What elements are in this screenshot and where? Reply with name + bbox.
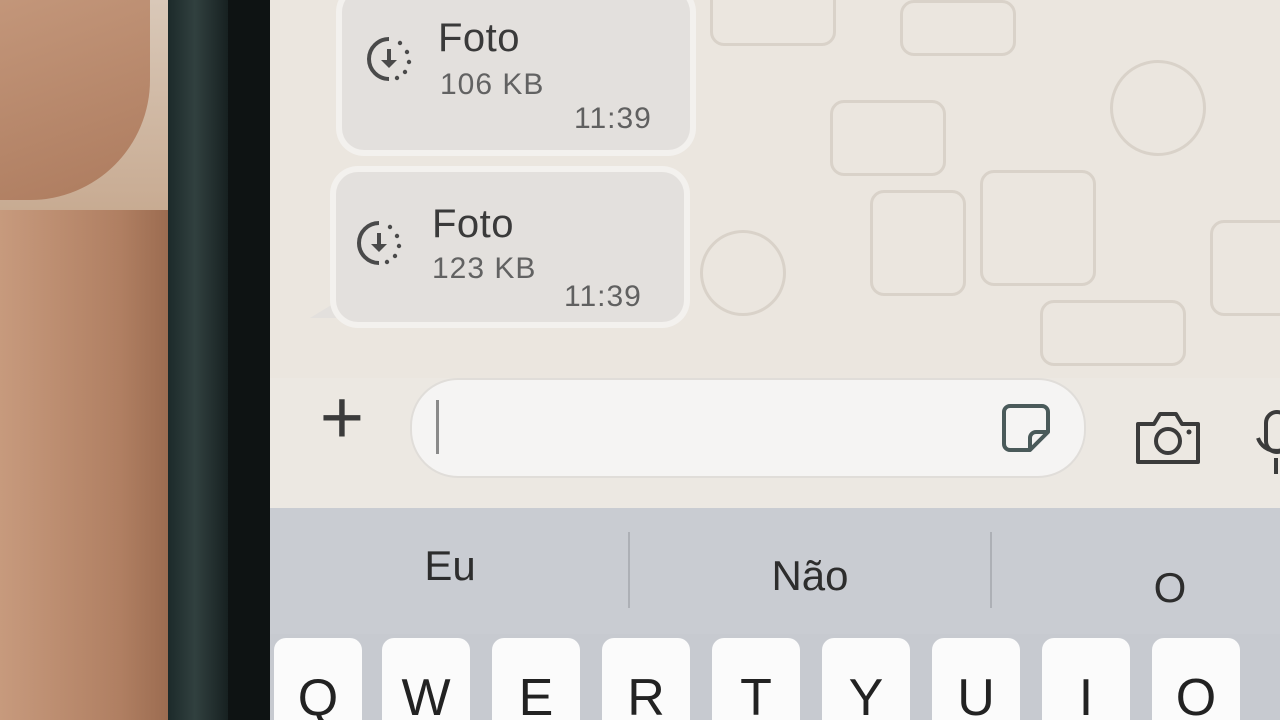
suggestion-item[interactable]: Não bbox=[740, 552, 880, 600]
suggestion-item[interactable]: Eu bbox=[400, 542, 500, 590]
phone-frame bbox=[168, 0, 228, 720]
download-pending-icon[interactable] bbox=[354, 218, 404, 268]
wallpaper-doodle bbox=[980, 170, 1096, 286]
keyboard: Eu Não O Q W E R T Y U I O bbox=[270, 508, 1280, 720]
key-w[interactable]: W bbox=[382, 638, 470, 720]
key-r[interactable]: R bbox=[602, 638, 690, 720]
message-title: Foto bbox=[432, 202, 515, 246]
key-q[interactable]: Q bbox=[274, 638, 362, 720]
file-size: 106 KB bbox=[440, 68, 545, 101]
key-i[interactable]: I bbox=[1042, 638, 1130, 720]
key-u[interactable]: U bbox=[932, 638, 1020, 720]
wallpaper-doodle bbox=[710, 0, 836, 46]
message-bubble[interactable]: Foto 123 KB 11:39 bbox=[336, 172, 684, 322]
message-timestamp: 11:39 bbox=[564, 280, 642, 313]
suggestion-divider bbox=[990, 532, 992, 608]
keyboard-top-row: Q W E R T Y U I O bbox=[270, 638, 1280, 720]
suggestion-item[interactable]: O bbox=[1130, 564, 1210, 612]
microphone-icon[interactable] bbox=[1254, 408, 1280, 478]
plus-icon[interactable]: + bbox=[310, 380, 374, 456]
key-e[interactable]: E bbox=[492, 638, 580, 720]
key-t[interactable]: T bbox=[712, 638, 800, 720]
download-pending-icon[interactable] bbox=[364, 34, 414, 84]
message-timestamp: 11:39 bbox=[574, 102, 652, 135]
camera-icon[interactable] bbox=[1132, 408, 1204, 468]
key-y[interactable]: Y bbox=[822, 638, 910, 720]
wallpaper-doodle bbox=[1110, 60, 1206, 156]
wallpaper-doodle bbox=[700, 230, 786, 316]
chat-screen: Foto 106 KB 11:39 Foto 123 KB 11:39 + Eu… bbox=[270, 0, 1280, 720]
wallpaper-doodle bbox=[830, 100, 946, 176]
wallpaper-doodle bbox=[1210, 220, 1280, 316]
message-bubble[interactable]: Foto 106 KB 11:39 bbox=[342, 0, 690, 150]
suggestion-divider bbox=[628, 532, 630, 608]
message-composer: + bbox=[270, 378, 1280, 508]
suggestion-bar: Eu Não O bbox=[270, 508, 1280, 634]
sticker-icon[interactable] bbox=[998, 400, 1054, 456]
message-title: Foto bbox=[438, 16, 521, 60]
key-o[interactable]: O bbox=[1152, 638, 1240, 720]
file-size: 123 KB bbox=[432, 252, 537, 285]
text-caret bbox=[436, 400, 439, 454]
message-input[interactable] bbox=[410, 378, 1086, 478]
wallpaper-doodle bbox=[870, 190, 966, 296]
wallpaper-doodle bbox=[1040, 300, 1186, 366]
wallpaper-doodle bbox=[900, 0, 1016, 56]
